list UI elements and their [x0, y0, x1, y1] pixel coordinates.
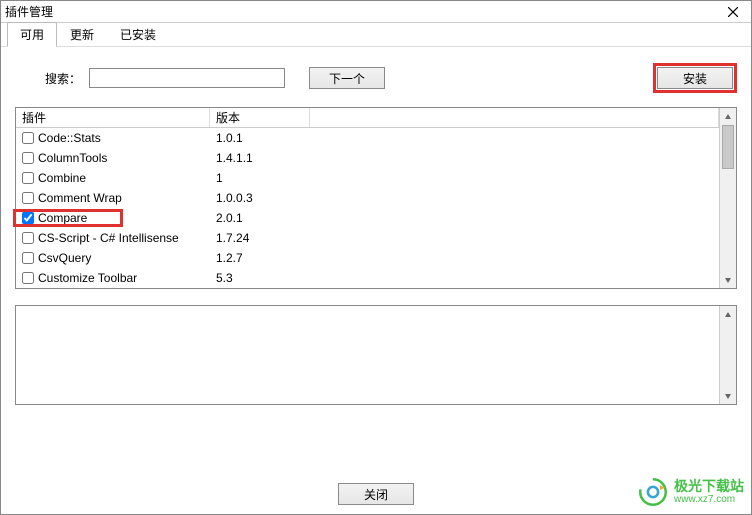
header-version[interactable]: 版本 [210, 108, 310, 127]
plugin-version: 1 [210, 171, 310, 185]
tab-installed[interactable]: 已安装 [107, 22, 169, 46]
plugin-name: ColumnTools [38, 151, 107, 165]
scroll-down-arrow[interactable] [720, 387, 736, 404]
chevron-down-icon [724, 276, 732, 284]
plugin-cell: ColumnTools [16, 151, 210, 165]
table-row[interactable]: Customize Toolbar 5.3 [16, 268, 719, 288]
plugin-version: 2.0.1 [210, 211, 310, 225]
install-button[interactable]: 安装 [657, 67, 733, 89]
plugin-name: Customize Toolbar [38, 271, 137, 285]
table-row[interactable]: ColumnTools 1.4.1.1 [16, 148, 719, 168]
plugin-cell: Customize Toolbar [16, 271, 210, 285]
plugin-version: 1.2.7 [210, 251, 310, 265]
plugin-cell: Code::Stats [16, 131, 210, 145]
watermark-title: 极光下载站 [674, 479, 744, 494]
scroll-up-arrow[interactable] [720, 306, 736, 323]
plugin-name: Code::Stats [38, 131, 101, 145]
watermark-logo-icon [636, 475, 670, 509]
search-input[interactable] [89, 68, 285, 88]
plugin-checkbox[interactable] [22, 192, 34, 204]
plugin-cell: Compare [16, 211, 210, 225]
table-row[interactable]: Combine 1 [16, 168, 719, 188]
window-close-button[interactable] [719, 3, 747, 21]
plugin-version: 1.0.0.3 [210, 191, 310, 205]
search-row: 搜索： 下一个 安装 [15, 63, 737, 93]
description-box [15, 305, 737, 405]
table-row[interactable]: CsvQuery 1.2.7 [16, 248, 719, 268]
scroll-thumb[interactable] [722, 125, 734, 169]
plugin-manager-window: 插件管理 可用 更新 已安装 搜索： 下一个 安装 插件 版本 Cod [0, 0, 752, 515]
plugin-name: CS-Script - C# Intellisense [38, 231, 179, 245]
scroll-down-arrow[interactable] [720, 271, 736, 288]
tab-content: 搜索： 下一个 安装 插件 版本 Code::Stats 1.0.1ColumnT… [1, 47, 751, 474]
table-row[interactable]: Code::Stats 1.0.1 [16, 128, 719, 148]
tab-update[interactable]: 更新 [57, 22, 107, 46]
chevron-down-icon [724, 392, 732, 400]
watermark: 极光下载站 www.xz7.com [636, 475, 744, 509]
plugin-checkbox[interactable] [22, 172, 34, 184]
chevron-up-icon [724, 311, 732, 319]
header-plugin[interactable]: 插件 [16, 108, 210, 127]
plugin-checkbox[interactable] [22, 272, 34, 284]
search-label: 搜索： [45, 70, 81, 87]
plugin-cell: Combine [16, 171, 210, 185]
chevron-up-icon [724, 113, 732, 121]
install-highlight: 安装 [653, 63, 737, 93]
tab-available[interactable]: 可用 [7, 22, 57, 47]
plugin-table: 插件 版本 Code::Stats 1.0.1ColumnTools 1.4.1.1… [15, 107, 737, 289]
plugin-checkbox[interactable] [22, 152, 34, 164]
plugin-checkbox[interactable] [22, 212, 34, 224]
plugin-cell: CsvQuery [16, 251, 210, 265]
plugin-name: CsvQuery [38, 251, 91, 265]
table-scrollbar[interactable] [719, 108, 736, 288]
table-row[interactable]: CS-Script - C# Intellisense 1.7.24 [16, 228, 719, 248]
plugin-version: 1.7.24 [210, 231, 310, 245]
plugin-cell: CS-Script - C# Intellisense [16, 231, 210, 245]
table-header: 插件 版本 [16, 108, 719, 128]
plugin-checkbox[interactable] [22, 252, 34, 264]
titlebar: 插件管理 [1, 1, 751, 23]
tab-bar: 可用 更新 已安装 [1, 25, 751, 47]
plugin-name: Compare [38, 211, 87, 225]
header-spacer [310, 108, 719, 127]
table-row[interactable]: Compare 2.0.1 [16, 208, 719, 228]
plugin-checkbox[interactable] [22, 232, 34, 244]
next-button[interactable]: 下一个 [309, 67, 385, 89]
watermark-url: www.xz7.com [674, 494, 744, 505]
window-title: 插件管理 [5, 3, 53, 20]
close-button[interactable]: 关闭 [338, 483, 414, 505]
table-row[interactable]: Comment Wrap 1.0.0.3 [16, 188, 719, 208]
plugin-version: 1.4.1.1 [210, 151, 310, 165]
plugin-checkbox[interactable] [22, 132, 34, 144]
close-icon [728, 7, 738, 17]
plugin-version: 5.3 [210, 271, 310, 285]
desc-scrollbar[interactable] [719, 306, 736, 404]
plugin-cell: Comment Wrap [16, 191, 210, 205]
table-body: Code::Stats 1.0.1ColumnTools 1.4.1.1Combin… [16, 128, 719, 288]
plugin-name: Comment Wrap [38, 191, 122, 205]
scroll-up-arrow[interactable] [720, 108, 736, 125]
plugin-name: Combine [38, 171, 86, 185]
plugin-version: 1.0.1 [210, 131, 310, 145]
